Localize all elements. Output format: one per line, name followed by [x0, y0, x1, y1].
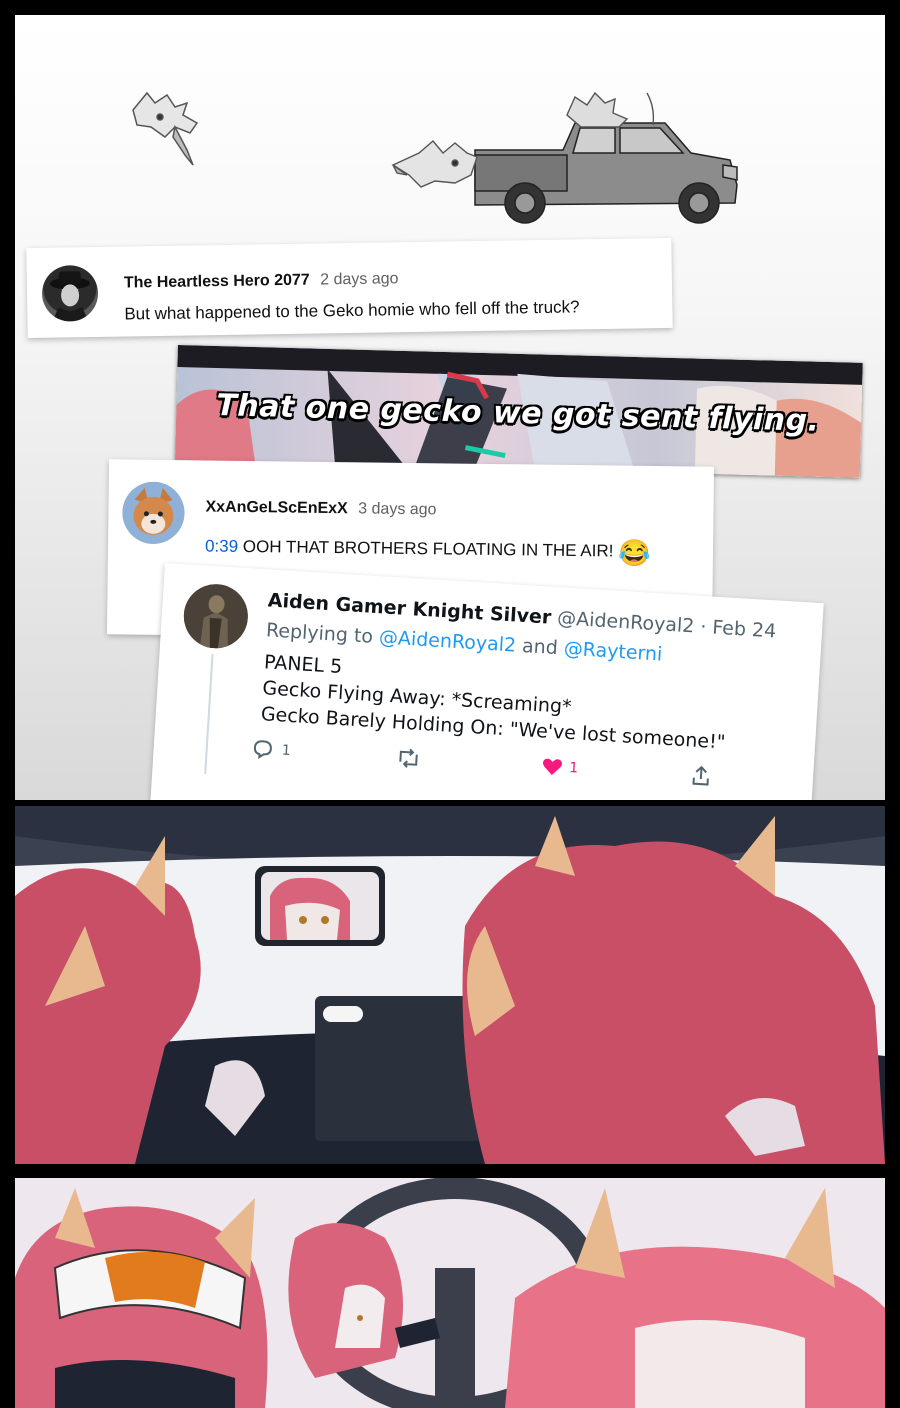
commenter-avatar-2[interactable]: [122, 481, 185, 545]
characters-closeup-illustration: [15, 1178, 885, 1408]
thread-line: [204, 654, 214, 774]
tweet-handle[interactable]: @AidenRoyal2: [557, 607, 695, 637]
car-interior-panel: [15, 806, 885, 1164]
commenter-name-2[interactable]: XxAnGeLScEnExX: [205, 498, 347, 517]
replying-to-label: Replying to: [265, 619, 374, 648]
replying-and-label: and: [521, 634, 559, 660]
tweet-author-avatar[interactable]: [181, 582, 250, 651]
commenter-avatar[interactable]: [41, 264, 99, 322]
video-timestamp-link[interactable]: 0:39: [205, 536, 238, 555]
commenter-name[interactable]: The Heartless Hero 2077: [124, 272, 310, 292]
share-icon[interactable]: [690, 765, 711, 791]
hat-man-avatar-icon: [49, 271, 90, 322]
like-count: 1: [568, 760, 579, 777]
characters-closeup-panel: [15, 1178, 885, 1408]
roof-gecko-sketch: [566, 91, 655, 128]
pickup-truck-sketch: [474, 122, 738, 224]
mention-link-2[interactable]: @Rayterni: [563, 638, 663, 666]
tweet-date[interactable]: · Feb 24: [700, 616, 777, 643]
truck-sketch-illustration: [132, 91, 738, 224]
car-interior-illustration: [15, 806, 885, 1164]
comment-body-2: 0:39 OOH THAT BROTHERS FLOATING IN THE A…: [205, 532, 651, 568]
falling-gecko-sketch: [391, 140, 478, 188]
tweet-reply-card: Aiden Gamer Knight Silver @AidenRoyal2 ·…: [150, 563, 824, 800]
top-panel: The Heartless Hero 2077 2 days ago But w…: [15, 15, 885, 800]
shiba-dog-avatar-icon: [122, 481, 185, 545]
reply-count: 1: [281, 742, 292, 760]
like-icon[interactable]: [540, 756, 563, 781]
comment-text-2: OOH THAT BROTHERS FLOATING IN THE AIR!: [242, 536, 614, 561]
retweet-icon[interactable]: [396, 748, 421, 773]
comment-time[interactable]: 2 days ago: [320, 270, 399, 288]
mention-link-1[interactable]: @AidenRoyal2: [378, 626, 516, 656]
comment-time-2[interactable]: 3 days ago: [358, 500, 436, 518]
comment-text: But what happened to the Geko homie who …: [124, 297, 580, 324]
armored-knight-avatar-icon: [181, 582, 250, 651]
youtube-comment-card: The Heartless Hero 2077 2 days ago But w…: [26, 237, 673, 339]
video-caption-screenshot: That one gecko we got sent flying.: [174, 345, 863, 478]
laughing-crying-emoji-icon: 😂: [617, 537, 651, 568]
flying-gecko-sketch: [132, 91, 199, 166]
reply-icon[interactable]: [251, 739, 274, 764]
